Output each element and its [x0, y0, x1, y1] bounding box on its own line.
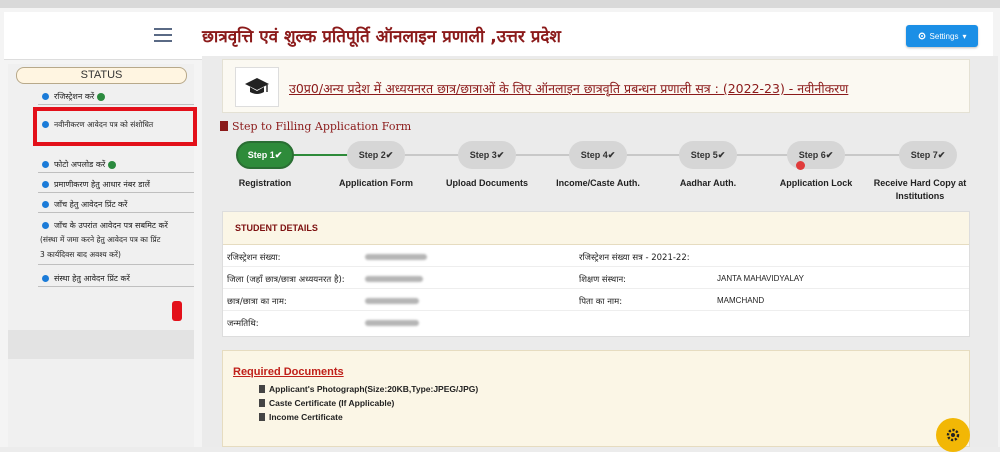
file-icon [259, 385, 265, 393]
step-7-label: Receive Hard Copy at Institutions [873, 178, 967, 201]
bullet-icon [42, 161, 49, 168]
document-item: Applicant's Photograph(Size:20KB,Type:JP… [259, 384, 478, 394]
redacted-value [365, 298, 419, 304]
check-circle-icon: ✔ [937, 149, 946, 160]
sidebar-note-line: 3 कार्यदिवस बाद अवश्य करें) [40, 250, 121, 259]
caret-down-icon: ▾ [962, 31, 967, 41]
step-1-label: Registration [238, 178, 292, 188]
settings-label: Settings [929, 31, 959, 41]
step-3-pill[interactable]: Step 3 ✔ [458, 141, 516, 169]
bookmarks-bar [0, 0, 1000, 8]
check-circle-icon: ✔ [496, 149, 505, 160]
file-icon [259, 413, 265, 421]
gear-icon [918, 32, 925, 40]
file-icon [259, 399, 265, 407]
table-row: जन्मतिथि: [223, 313, 969, 333]
site-title: छात्रवृत्ति एवं शुल्क प्रतिपूर्ति ऑनलाइन… [202, 27, 561, 47]
check-circle-icon: ✔ [825, 149, 834, 160]
sidebar-footer [8, 330, 194, 359]
step-5-pill[interactable]: Step 5 ✔ [679, 141, 737, 169]
divider [38, 286, 194, 287]
student-name-label: छात्र/छात्रा का नाम: [227, 297, 287, 307]
divider [38, 264, 194, 265]
father-name-label: पिता का नाम: [579, 297, 623, 307]
highlight-box [33, 107, 197, 146]
document-item: Caste Certificate (If Applicable) [259, 398, 394, 408]
bullet-icon [42, 181, 49, 188]
sidebar-item-photo-upload[interactable]: फोटो अपलोड करें [54, 159, 117, 171]
step-4-pill[interactable]: Step 4 ✔ [569, 141, 627, 169]
status-sidebar: STATUS रजिस्ट्रेशन करें नवीनीकरण आवेदन प… [8, 64, 197, 447]
bullet-icon [42, 201, 49, 208]
status-heading: STATUS [16, 67, 187, 84]
sidebar-note-line: (संस्था में जमा करने हेतु आवेदन पत्र का … [40, 235, 161, 244]
redacted-value [365, 254, 427, 260]
table-row: जिला (जहाँ छात्र/छात्रा अध्ययनरत है): शि… [223, 269, 969, 289]
redacted-value [365, 320, 419, 326]
registration-number-label: रजिस्ट्रेशन संख्या: [227, 253, 281, 263]
step-6-label: Application Lock [779, 178, 853, 188]
session-banner: उ0प्र0/अन्य प्रदेश में अध्ययनरत छात्र/छा… [222, 59, 970, 113]
step-1-pill[interactable]: Step 1 ✔ [236, 141, 294, 169]
graduation-cap-icon [235, 67, 279, 107]
check-circle-icon: ✔ [717, 149, 726, 160]
institution-label: शिक्षण संस्थान: [579, 275, 627, 285]
student-details-header: STUDENT DETAILS [223, 212, 969, 245]
site-header: छात्रवृत्ति एवं शुल्क प्रतिपूर्ति ऑनलाइन… [4, 12, 993, 60]
required-documents-title: Required Documents [233, 366, 344, 378]
step-2-pill[interactable]: Step 2 ✔ [347, 141, 405, 169]
sidebar-item-print-check[interactable]: जाँच हेतु आवेदन प्रिंट करें [54, 199, 127, 211]
dob-label: जन्मतिथि: [227, 319, 259, 329]
divider [38, 104, 194, 105]
step-2-label: Application Form [339, 178, 413, 188]
settings-button[interactable]: Settings ▾ [906, 25, 978, 47]
table-row: छात्र/छात्रा का नाम: पिता का नाम: MAMCHA… [223, 291, 969, 311]
table-row: रजिस्ट्रेशन संख्या: रजिस्ट्रेशन संख्या स… [223, 247, 969, 267]
bullet-icon [42, 93, 49, 100]
session-title-link[interactable]: उ0प्र0/अन्य प्रदेश में अध्ययनरत छात्र/छा… [289, 80, 848, 97]
institution-value: JANTA MAHAVIDYALAY [717, 274, 804, 283]
prev-registration-label: रजिस्ट्रेशन संख्या सत्र - 2021-22: [579, 253, 690, 263]
father-name-value: MAMCHAND [717, 296, 765, 305]
sidebar-item-aadhar[interactable]: प्रमाणीकरण हेतु आधार नंबर डालें [54, 179, 150, 191]
annotation-mark [172, 301, 182, 321]
bullet-icon [42, 222, 49, 229]
app-window: छात्रवृत्ति एवं शुल्क प्रतिपूर्ति ऑनलाइन… [0, 8, 1000, 452]
check-circle-icon: ✔ [607, 149, 616, 160]
hamburger-menu-icon[interactable] [154, 28, 172, 42]
check-icon [108, 160, 117, 169]
sidebar-item-print-institution[interactable]: संस्था हेतु आवेदन प्रिंट करें [54, 273, 130, 285]
step-4-label: Income/Caste Auth. [556, 178, 640, 188]
student-details-panel: STUDENT DETAILS रजिस्ट्रेशन संख्या: रजिस… [222, 211, 970, 337]
redacted-value [365, 276, 423, 282]
step-7-pill[interactable]: Step 7 ✔ [899, 141, 957, 169]
main-content: उ0प्र0/अन्य प्रदेश में अध्ययनरत छात्र/छा… [202, 56, 998, 447]
steps-heading: Step to Filling Application Form [220, 120, 411, 133]
sidebar-item-registration[interactable]: रजिस्ट्रेशन करें [54, 91, 106, 103]
sidebar-item-submit[interactable]: जाँच के उपरांत आवेदन पत्र सबमिट करें [54, 220, 168, 232]
divider [38, 172, 194, 173]
mouse-cursor-marker [796, 161, 805, 170]
document-icon [220, 121, 228, 131]
step-3-label: Upload Documents [445, 178, 528, 188]
district-label: जिला (जहाँ छात्र/छात्रा अध्ययनरत है): [227, 275, 345, 285]
document-item: Income Certificate [259, 412, 343, 422]
divider [38, 212, 194, 213]
steps-track-progress [284, 154, 354, 156]
required-documents-panel: Required Documents Applicant's Photograp… [222, 350, 970, 447]
bullet-icon [42, 275, 49, 282]
check-circle-icon: ✔ [274, 149, 283, 160]
check-circle-icon: ✔ [385, 149, 394, 160]
step-5-label: Aadhar Auth. [679, 178, 737, 188]
divider [38, 192, 194, 193]
check-icon [97, 92, 106, 101]
gear-icon [946, 428, 960, 442]
